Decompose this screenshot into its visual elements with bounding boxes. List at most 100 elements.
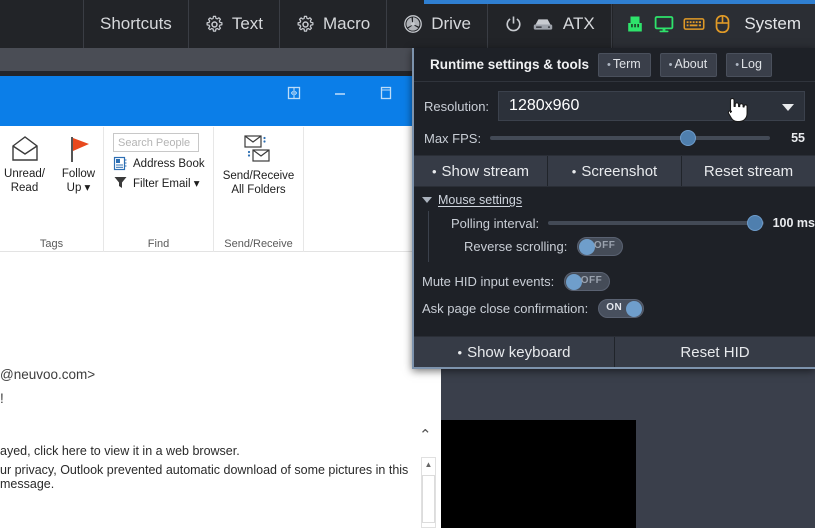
slider-track <box>490 136 770 140</box>
ask-close-toggle[interactable]: ON <box>598 299 645 318</box>
search-people-input[interactable]: Search People <box>113 133 199 152</box>
reverse-scrolling-row: Reverse scrolling: OFF <box>429 237 815 256</box>
maximize-icon[interactable] <box>379 86 393 100</box>
toolbar-item-atx[interactable]: ATX <box>488 0 612 48</box>
button-label: Show keyboard <box>467 343 571 361</box>
message-subject: ! <box>0 391 4 406</box>
ribbon-label: Follow Up ▾ <box>61 168 96 194</box>
triangle-down-icon <box>422 197 432 203</box>
stream-buttons-row: • Show stream • Screenshot Reset stream <box>414 155 815 187</box>
slider-knob[interactable] <box>747 215 764 231</box>
mouse-settings-section-body: Polling interval: 100 ms Reverse scrolli… <box>428 211 815 262</box>
toggle-knob <box>626 301 643 317</box>
ribbon-group-tags: Unread/Read Follow Up ▾ Tags <box>0 127 104 252</box>
mouse-settings-label: Mouse settings <box>438 193 523 207</box>
log-button[interactable]: • Log <box>726 52 772 77</box>
resolution-value: 1280x960 <box>509 97 580 114</box>
toggle-state: OFF <box>593 240 616 251</box>
message-privacy-notice: ur privacy, Outlook prevented automatic … <box>0 463 409 491</box>
reverse-scrolling-toggle[interactable]: OFF <box>577 237 624 256</box>
ribbon-group-name: Find <box>147 238 170 250</box>
polling-interval-value: 100 ms <box>772 216 815 230</box>
funnel-icon <box>114 177 127 188</box>
server-icon <box>533 18 553 30</box>
unread-read-button[interactable]: Unread/Read <box>0 133 50 195</box>
filter-email-link[interactable]: Filter Email ▾ <box>113 175 199 190</box>
mouse-settings-section-header[interactable]: Mouse settings <box>414 187 815 211</box>
message-from: @neuvoo.com> <box>0 367 96 382</box>
panel-accent-bar <box>424 0 815 4</box>
max-fps-value: 55 <box>791 131 805 145</box>
keyboard-icon <box>683 18 705 30</box>
ribbon-group-name: Send/Receive <box>224 238 293 250</box>
toolbar-item-system[interactable]: System <box>613 0 815 48</box>
flag-icon <box>70 137 89 162</box>
ribbon-label: Address Book <box>133 157 205 170</box>
mute-hid-label: Mute HID input events: <box>422 274 555 289</box>
window-top-strip <box>0 48 441 71</box>
toolbar-left-spacer <box>0 0 84 48</box>
send-receive-all-folders-button[interactable]: Send/Receive All Folders <box>219 133 299 197</box>
address-book-icon <box>113 156 127 171</box>
button-label: About <box>674 56 708 71</box>
message-reading-pane: @neuvoo.com> ! ayed, click here to view … <box>0 254 441 528</box>
button-label: Screenshot <box>581 162 658 180</box>
gear-icon <box>206 15 223 32</box>
max-fps-slider[interactable] <box>490 130 770 146</box>
max-fps-label: Max FPS: <box>424 130 482 146</box>
ribbon-group-find: Search People Address Book Filter Email … <box>104 127 214 252</box>
mute-hid-row: Mute HID input events: OFF <box>414 272 815 291</box>
polling-interval-slider[interactable] <box>548 215 764 231</box>
stream-black-area <box>440 420 636 528</box>
resolution-select[interactable]: 1280x960 <box>498 91 805 121</box>
toolbar-item-drive[interactable]: Drive <box>387 0 488 48</box>
window-controls <box>287 86 393 100</box>
toolbar-item-text[interactable]: Text <box>189 0 280 48</box>
show-keyboard-button[interactable]: • Show keyboard <box>414 337 615 367</box>
toggle-state: OFF <box>580 275 603 286</box>
envelope-icon <box>11 136 38 161</box>
screenshot-button[interactable]: • Screenshot <box>548 156 682 186</box>
ribbon-label: Unread/Read <box>4 168 45 194</box>
toggle-state: ON <box>606 302 623 313</box>
show-stream-button[interactable]: • Show stream <box>414 156 548 186</box>
follow-up-button[interactable]: Follow Up ▾ <box>54 133 104 195</box>
collapse-header-chevron-icon[interactable]: ⌃ <box>419 426 432 444</box>
minimize-icon[interactable] <box>333 86 347 100</box>
kvm-toolbar: Shortcuts Text Macro Drive ATX System <box>0 0 815 48</box>
reverse-scrolling-label: Reverse scrolling: <box>464 239 568 254</box>
button-label: Term <box>612 56 641 71</box>
about-button[interactable]: • About <box>659 52 718 77</box>
reset-hid-button[interactable]: Reset HID <box>615 337 815 367</box>
button-label: Show stream <box>441 162 530 180</box>
toolbar-label: Text <box>231 14 263 33</box>
bullet-icon: • <box>607 58 611 71</box>
mute-hid-toggle[interactable]: OFF <box>564 272 611 291</box>
toolbar-item-macro[interactable]: Macro <box>280 0 388 48</box>
button-label: Reset HID <box>680 343 750 361</box>
ribbon-group-send-receive: Send/Receive All Folders Send/Receive <box>214 127 304 252</box>
outlook-ribbon: Unread/Read Follow Up ▾ Tags Search Peop… <box>0 127 441 252</box>
toolbar-label: System <box>744 14 801 33</box>
chevron-down-icon <box>782 104 794 111</box>
ribbon-group-name: Tags <box>39 238 64 250</box>
scroll-up-arrow-icon[interactable]: ▲ <box>422 458 435 472</box>
hid-buttons-row: • Show keyboard Reset HID <box>414 336 815 367</box>
ribbon-label: Send/Receive All Folders <box>222 170 295 196</box>
vertical-scrollbar[interactable]: ▲ <box>421 457 436 528</box>
restore-pane-icon[interactable] <box>287 86 301 100</box>
ask-close-row: Ask page close confirmation: ON <box>414 299 815 318</box>
outlook-titlebar <box>0 76 441 126</box>
slider-knob[interactable] <box>680 130 697 146</box>
button-label: Log <box>741 56 762 71</box>
toolbar-label: Macro <box>323 14 371 33</box>
max-fps-row: Max FPS: 55 <box>424 130 805 146</box>
message-webview-notice[interactable]: ayed, click here to view it in a web bro… <box>0 444 240 458</box>
bullet-icon: • <box>457 344 463 360</box>
term-button[interactable]: • Term <box>598 52 651 77</box>
toolbar-item-shortcuts[interactable]: Shortcuts <box>84 0 189 48</box>
screen: Unread/Read Follow Up ▾ Tags Search Peop… <box>0 0 815 528</box>
scrollbar-thumb[interactable] <box>422 475 435 523</box>
reset-stream-button[interactable]: Reset stream <box>682 156 815 186</box>
address-book-link[interactable]: Address Book <box>113 156 205 171</box>
